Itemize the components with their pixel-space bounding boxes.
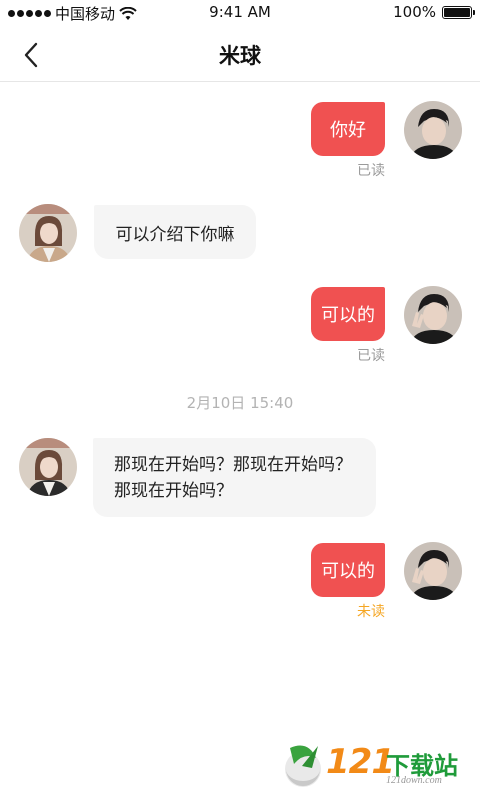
avatar-female-image — [19, 204, 77, 262]
watermark-logo-icon — [285, 745, 321, 787]
read-status: 已读 — [357, 163, 385, 179]
timestamp-divider: 2月10日 15:40 — [186, 394, 294, 412]
avatar-male-image — [404, 286, 462, 344]
avatar-contact[interactable] — [19, 204, 77, 262]
message-bubble-outgoing[interactable]: 可以的 — [311, 287, 385, 341]
avatar-male-image — [404, 101, 462, 159]
status-right: 100% — [393, 3, 475, 21]
battery-fill — [444, 7, 470, 17]
message-bubble-incoming[interactable]: 那现在开始吗？那现在开始吗？那现在开始吗？ — [93, 438, 376, 517]
battery-percent: 100% — [393, 3, 436, 21]
message-bubble-outgoing[interactable]: 可以的 — [311, 543, 385, 597]
battery-icon — [442, 5, 475, 19]
message-bubble-incoming[interactable]: 可以介绍下你嘛 — [94, 205, 256, 259]
avatar-me[interactable] — [404, 286, 462, 344]
unread-status: 未读 — [357, 604, 385, 620]
message-text: 可以的 — [321, 305, 375, 326]
watermark-url: 121down.com — [386, 775, 442, 786]
status-bar: 中国移动 9:41 AM 100% — [0, 0, 480, 26]
watermark: 121 下载站 121down.com — [282, 742, 478, 792]
read-status: 已读 — [357, 348, 385, 364]
avatar-male-image — [404, 542, 462, 600]
avatar-me[interactable] — [404, 101, 462, 159]
nav-bar: 米球 — [0, 26, 480, 82]
message-text: 可以介绍下你嘛 — [115, 224, 235, 245]
message-bubble-outgoing[interactable]: 你好 — [311, 102, 385, 156]
message-text: 你好 — [330, 120, 366, 141]
back-button[interactable] — [14, 38, 48, 72]
message-text: 可以的 — [321, 561, 375, 582]
avatar-me[interactable] — [404, 542, 462, 600]
avatar-female-image — [19, 438, 77, 496]
watermark-logo-text: 121 — [326, 742, 395, 782]
message-text: 那现在开始吗？那现在开始吗？那现在开始吗？ — [114, 455, 352, 501]
avatar-contact[interactable] — [19, 438, 77, 496]
page-title: 米球 — [219, 44, 261, 68]
chevron-left-icon — [24, 42, 38, 68]
